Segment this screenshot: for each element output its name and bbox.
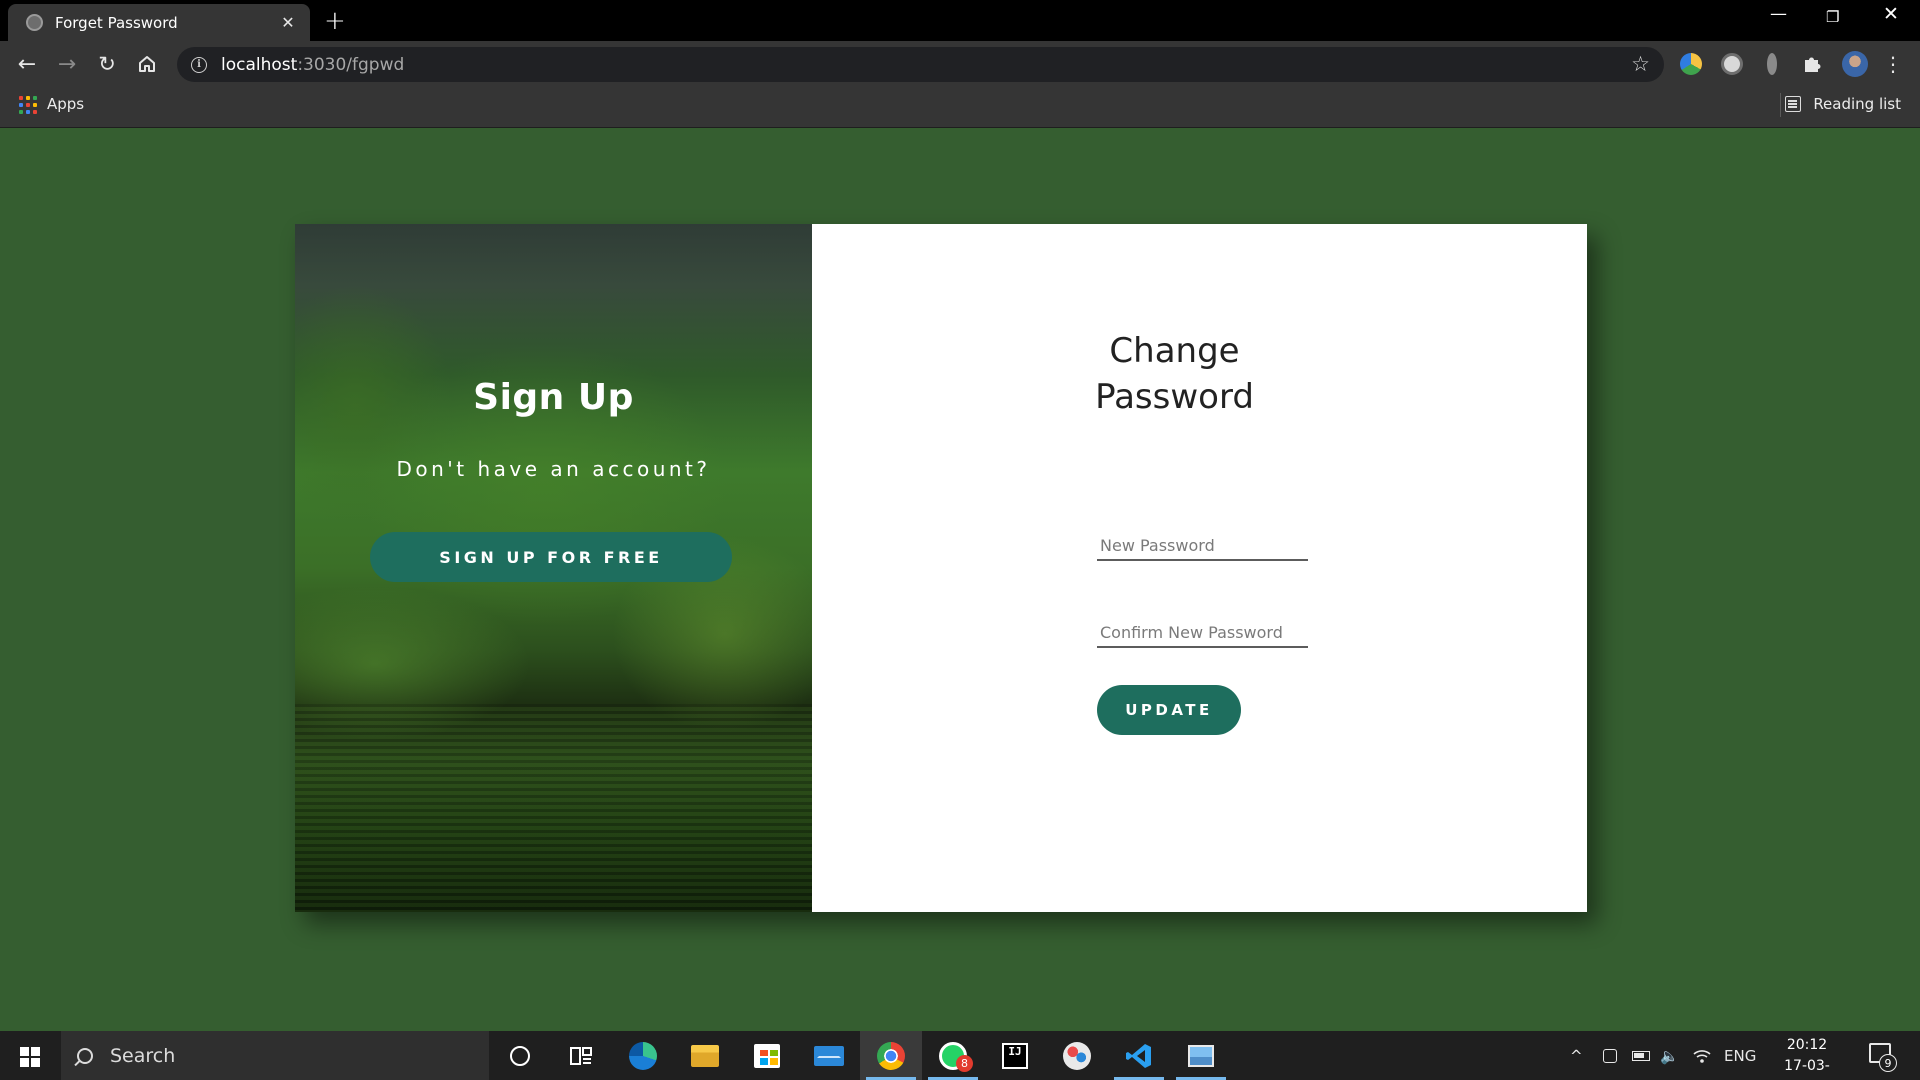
site-info-icon[interactable]: i (191, 56, 207, 73)
search-icon (77, 1047, 93, 1064)
clock-time: 20:12 (1786, 1037, 1828, 1053)
apps-grid-icon[interactable] (19, 96, 37, 114)
browser-tab[interactable]: Forget Password ✕ (8, 4, 310, 41)
extension-colorful-icon[interactable] (1680, 53, 1702, 75)
forward-icon[interactable]: → (52, 50, 82, 78)
windows-taskbar: Search 8 IJ ^ 🔈 ENG 20:12 17-03- 9 (0, 1031, 1920, 1080)
reading-list-label: Reading list (1813, 95, 1901, 113)
taskbar-search-box[interactable]: Search (61, 1031, 489, 1080)
file-explorer-icon[interactable] (674, 1031, 736, 1080)
url-path: :3030/fgpwd (297, 54, 405, 75)
browser-toolbar: ← → ↻ i localhost:3030/fgpwd ☆ ⋮ (0, 41, 1920, 87)
clock-date: 17-03-2021 (1784, 1058, 1830, 1080)
meet-now-icon[interactable] (1603, 1031, 1617, 1080)
confirm-password-input[interactable] (1097, 618, 1308, 648)
bookmarks-divider (1780, 93, 1781, 117)
signup-subtitle: Don't have an account? (396, 457, 711, 481)
reading-list-icon (1785, 96, 1802, 112)
globe-favicon-icon (26, 14, 43, 31)
url-host: localhost (221, 54, 298, 75)
extensions-puzzle-icon[interactable] (1801, 53, 1823, 75)
profile-avatar[interactable] (1842, 51, 1868, 77)
task-view-icon[interactable] (550, 1031, 612, 1080)
notification-count-badge: 9 (1879, 1054, 1897, 1072)
browser-tab-strip: Forget Password ✕ + — ❐ ✕ (0, 0, 1920, 41)
whatsapp-icon[interactable]: 8 (922, 1031, 984, 1080)
page-title: Change Password (1062, 328, 1287, 420)
change-password-panel: Change Password UPDATE (812, 224, 1587, 912)
title-line-2: Password (1095, 377, 1254, 417)
reload-icon[interactable]: ↻ (92, 50, 122, 78)
intellij-icon[interactable]: IJ (984, 1031, 1046, 1080)
close-window-icon[interactable]: ✕ (1883, 3, 1899, 25)
bookmark-star-icon[interactable]: ☆ (1631, 52, 1650, 76)
back-icon[interactable]: ← (12, 50, 42, 78)
taskbar-search-label: Search (110, 1044, 176, 1067)
store-icon[interactable] (736, 1031, 798, 1080)
new-tab-icon[interactable]: + (324, 6, 346, 36)
photos-icon[interactable] (1170, 1031, 1232, 1080)
system-clock[interactable]: 20:12 17-03-2021 (1770, 1035, 1844, 1080)
home-icon[interactable] (132, 50, 162, 78)
signup-panel: Sign Up Don't have an account? SIGN UP F… (295, 224, 812, 912)
update-button[interactable]: UPDATE (1097, 685, 1241, 735)
extension-small-icon[interactable] (1767, 53, 1777, 75)
battery-icon[interactable] (1632, 1031, 1650, 1080)
auth-card: Sign Up Don't have an account? SIGN UP F… (295, 224, 1587, 912)
show-hidden-icons-chevron-icon[interactable]: ^ (1570, 1031, 1583, 1080)
wifi-icon[interactable] (1693, 1031, 1711, 1080)
minimize-icon[interactable]: — (1770, 4, 1787, 24)
edge-icon[interactable] (612, 1031, 674, 1080)
input-language[interactable]: ENG (1724, 1031, 1756, 1080)
forest-background-image: Sign Up Don't have an account? SIGN UP F… (295, 224, 812, 912)
cortana-icon[interactable] (489, 1031, 551, 1080)
vscode-icon[interactable] (1108, 1031, 1170, 1080)
restore-icon[interactable]: ❐ (1826, 8, 1839, 26)
chrome-icon[interactable] (860, 1031, 922, 1080)
tab-close-icon[interactable]: ✕ (278, 13, 298, 32)
globe-extension-icon[interactable] (1721, 53, 1743, 75)
address-bar[interactable]: i localhost:3030/fgpwd ☆ (177, 47, 1664, 82)
tab-title: Forget Password (55, 13, 178, 32)
windows-start-icon[interactable] (20, 1047, 40, 1067)
volume-icon[interactable]: 🔈 (1660, 1031, 1679, 1080)
signup-for-free-button[interactable]: SIGN UP FOR FREE (370, 532, 732, 582)
bookmarks-bar (0, 87, 1920, 128)
new-password-input[interactable] (1097, 531, 1308, 561)
apps-bookmark[interactable]: Apps (47, 95, 84, 113)
menu-kebab-icon[interactable]: ⋮ (1878, 50, 1908, 78)
title-line-1: Change (1109, 331, 1240, 371)
reading-list-button[interactable]: Reading list (1785, 95, 1901, 113)
whatsapp-unread-badge: 8 (956, 1055, 973, 1072)
mail-icon[interactable] (798, 1031, 860, 1080)
signup-title: Sign Up (473, 377, 634, 418)
paint-icon[interactable] (1046, 1031, 1108, 1080)
